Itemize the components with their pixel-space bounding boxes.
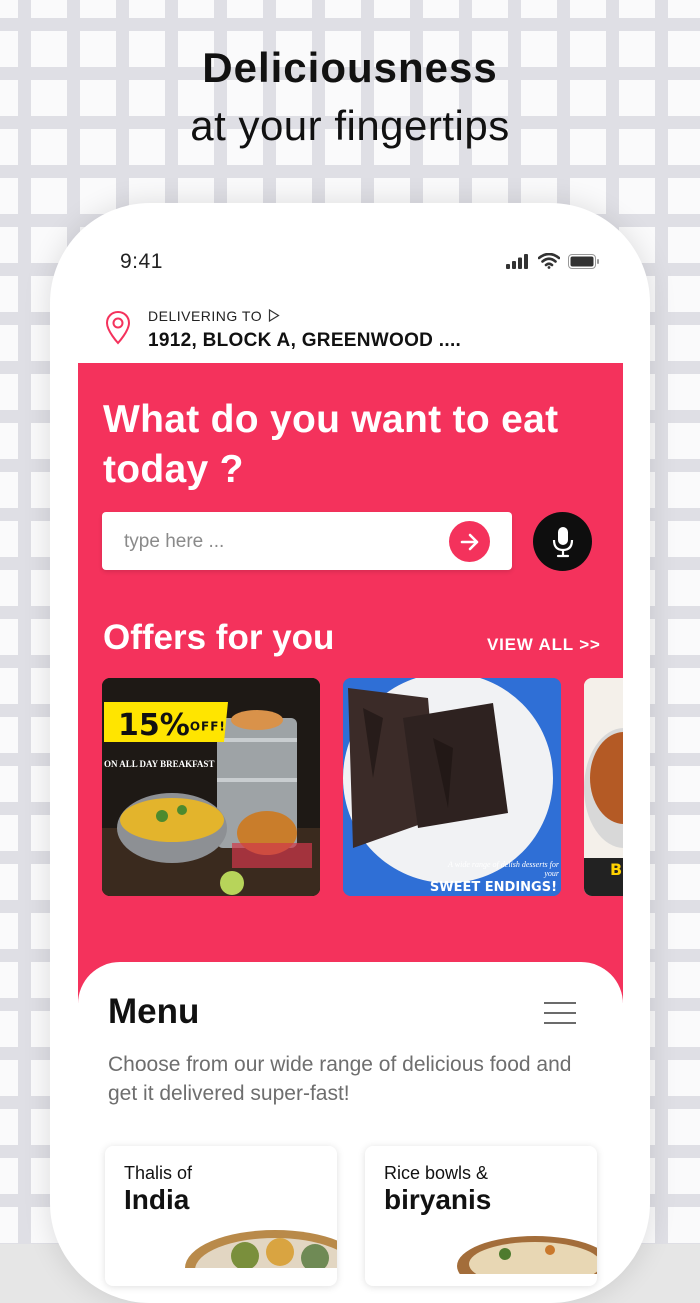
offers-heading: Offers for you [103,618,335,657]
thali-image [185,1230,337,1268]
category-line-1: Rice bowls & [384,1163,489,1183]
address-value: 1912, BLOCK A, GREENWOOD .... [148,330,462,351]
menu-section: Menu Choose from our wide range of delic… [78,962,623,1286]
offer-badge: 15%OFF! [118,708,226,743]
hamburger-menu-icon[interactable] [544,1002,576,1026]
offer-card-partial[interactable]: B [584,678,623,896]
category-card-thalis[interactable]: Thalis of India [105,1146,337,1286]
category-card-biryanis[interactable]: Rice bowls & biryanis [365,1146,597,1286]
status-icons [506,253,600,269]
offer-badge-suffix: OFF! [189,719,226,734]
offer-caption-big: SWEET ENDINGS! [429,880,557,895]
wifi-icon [538,253,560,269]
status-time: 9:41 [120,250,163,273]
hero-section: What do you want to eat today ? Offers f… [78,363,623,1003]
biryani-image [457,1236,597,1274]
headline-line-1: Deliciousness [202,44,498,91]
search-box [102,512,512,570]
offer-partial-caption: B [610,860,623,879]
delivery-address[interactable]: DELIVERING TO 1912, BLOCK A, GREENWOOD .… [105,306,605,356]
play-triangle-icon [268,309,280,322]
menu-description: Choose from our wide range of delicious … [108,1053,572,1105]
offers-carousel[interactable]: 15%OFF! ON ALL DAY BREAKFAST A wide rang… [102,678,623,898]
category-line-1: Thalis of [124,1163,193,1183]
arrow-right-icon [460,533,478,550]
menu-title: Menu [108,992,200,1031]
category-line-2: biryanis [384,1184,492,1215]
search-submit-button[interactable] [449,521,490,562]
battery-icon [568,253,599,269]
hero-question: What do you want to eat today ? [103,398,559,491]
microphone-icon [552,526,573,557]
headline-line-2: at your fingertips [190,102,510,149]
view-all-link[interactable]: VIEW ALL >> [487,635,601,655]
location-pin-icon [105,310,131,345]
offer-card-breakfast[interactable]: 15%OFF! ON ALL DAY BREAKFAST [102,678,320,896]
voice-search-button[interactable] [533,512,592,571]
search-input[interactable] [122,528,426,556]
offer-subtitle: ON ALL DAY BREAKFAST [104,759,215,769]
offer-card-desserts[interactable]: A wide range of delish desserts for your… [343,678,561,896]
signal-icon [506,253,528,269]
offer-caption-small: A wide range of delish desserts for your [448,860,559,878]
promo-headline: Deliciousness at your fingertips [0,40,700,156]
delivering-to-label: DELIVERING TO [148,308,263,324]
offer-badge-percent: 15% [118,708,190,743]
status-bar: 9:41 [120,250,600,278]
